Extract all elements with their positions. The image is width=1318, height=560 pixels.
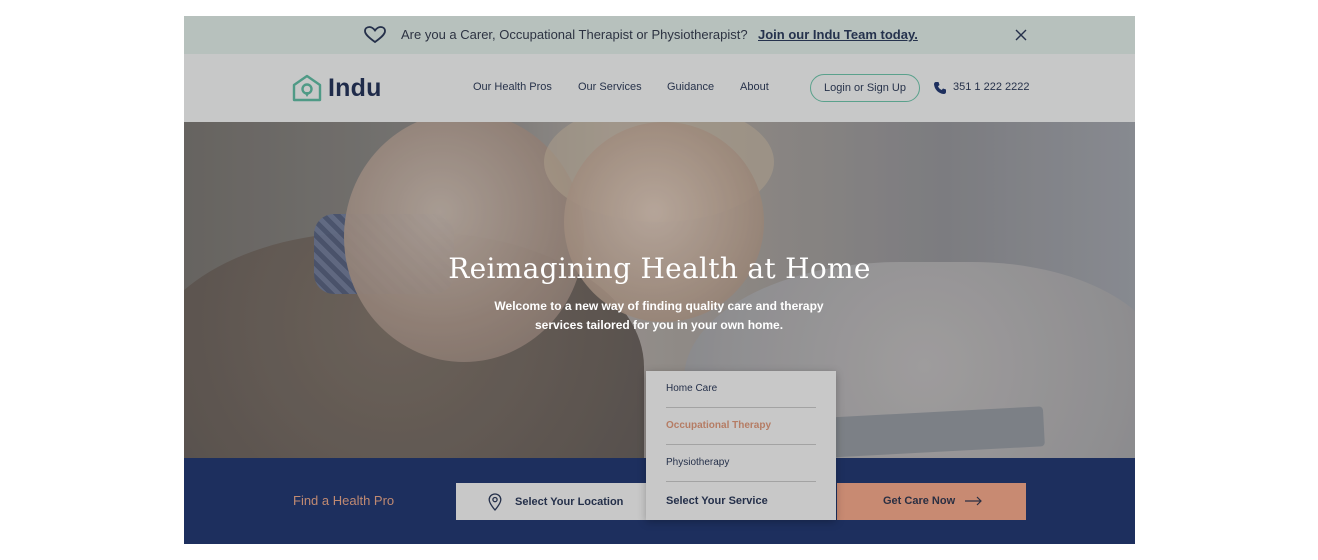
get-care-now-button[interactable]: Get Care Now: [837, 483, 1026, 520]
login-signup-label: Login or Sign Up: [824, 82, 906, 94]
get-care-now-label: Get Care Now: [883, 495, 956, 507]
heart-icon: [364, 26, 386, 44]
house-pin-logo-icon[interactable]: [292, 74, 322, 102]
nav-link-services[interactable]: Our Services: [578, 81, 642, 93]
find-label: Find a Health Pro: [293, 493, 395, 508]
announcement-bar: Are you a Carer, Occupational Therapist …: [184, 16, 1135, 54]
login-signup-button[interactable]: Login or Sign Up: [810, 74, 920, 102]
location-select[interactable]: Select Your Location: [456, 483, 646, 520]
dropdown-divider: [666, 444, 816, 445]
hero-subtitle: Welcome to a new way of finding quality …: [494, 299, 824, 332]
service-option-home-care[interactable]: Home Care: [666, 383, 816, 394]
page-frame: Are you a Carer, Occupational Therapist …: [184, 16, 1135, 544]
service-dropdown[interactable]: Home Care Occupational Therapy Physiothe…: [646, 371, 836, 520]
nav-link-health-pros[interactable]: Our Health Pros: [473, 81, 552, 93]
phone-icon: [934, 82, 946, 94]
brand-name[interactable]: Indu: [328, 74, 382, 103]
map-pin-icon: [488, 493, 502, 511]
close-icon[interactable]: [1014, 28, 1028, 42]
nav-link-guidance[interactable]: Guidance: [667, 81, 714, 93]
service-option-physiotherapy[interactable]: Physiotherapy: [666, 457, 816, 468]
join-team-link[interactable]: Join our Indu Team today.: [758, 27, 918, 42]
dropdown-divider: [666, 407, 816, 408]
service-select-label[interactable]: Select Your Service: [666, 495, 768, 507]
hero-title: Reimagining Health at Home: [448, 252, 871, 285]
announcement-message: Are you a Carer, Occupational Therapist …: [401, 27, 748, 42]
service-option-occupational-therapy[interactable]: Occupational Therapy: [666, 420, 816, 431]
dropdown-divider: [666, 481, 816, 482]
arrow-right-icon: [965, 496, 982, 506]
nav-link-about[interactable]: About: [740, 81, 769, 93]
main-nav: Indu Our Health Pros Our Services Guidan…: [184, 54, 1135, 122]
location-select-label: Select Your Location: [515, 496, 624, 508]
phone-number[interactable]: 351 1 222 2222: [953, 81, 1029, 93]
